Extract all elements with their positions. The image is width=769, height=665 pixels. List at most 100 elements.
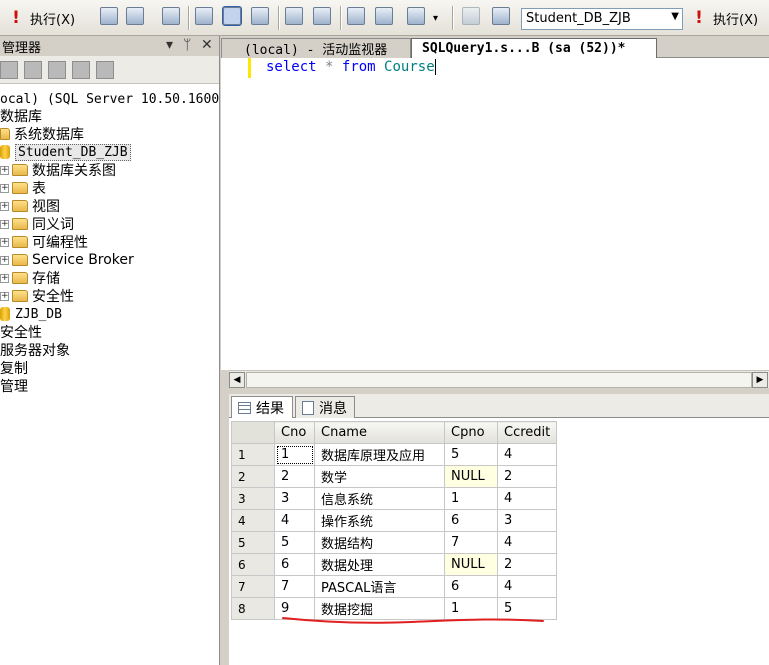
cell-ccredit[interactable]: 3 — [496, 509, 558, 532]
expand-icon[interactable]: + — [0, 291, 9, 301]
row-number[interactable]: 1 — [231, 443, 275, 466]
cell-cpno[interactable]: 1 — [444, 487, 498, 510]
table-row[interactable]: 3 3 信息系统 1 4 — [231, 487, 558, 510]
specify-values-icon[interactable] — [407, 7, 425, 25]
expand-icon[interactable]: + — [0, 237, 9, 247]
query-text[interactable]: select * from Course — [266, 58, 436, 76]
execute-button-right[interactable]: ! 执行(X) — [693, 7, 758, 29]
tree-node-student-db[interactable]: Student_DB_ZJB — [0, 143, 131, 161]
cell-cpno[interactable]: 6 — [444, 575, 498, 598]
cell-cpno[interactable]: 6 — [444, 509, 498, 532]
tree-node-management[interactable]: 管理 — [0, 377, 28, 395]
table-row[interactable]: 2 2 数学 NULL 2 — [231, 465, 558, 488]
tree-node-server-objects[interactable]: 服务器对象 — [0, 341, 70, 359]
toolbar-overflow-icon[interactable]: ▾ — [433, 7, 438, 29]
increase-indent-icon[interactable] — [375, 7, 393, 25]
tree-node-tables[interactable]: + 表 — [0, 179, 46, 197]
stop-icon[interactable] — [100, 7, 118, 25]
cell-cname[interactable]: 数据库原理及应用 — [314, 443, 445, 466]
results-to-grid-icon[interactable] — [222, 6, 242, 26]
column-header-cname[interactable]: Cname — [314, 421, 445, 444]
cell-cno[interactable]: 5 — [274, 531, 315, 554]
tree-node-zjb-db[interactable]: ZJB_DB — [0, 305, 62, 323]
tree-node-security[interactable]: 安全性 — [0, 323, 42, 341]
cell-ccredit[interactable]: 4 — [496, 531, 558, 554]
results-to-text-icon[interactable] — [195, 7, 213, 25]
row-number[interactable]: 2 — [231, 465, 275, 488]
cell-cpno[interactable]: 7 — [444, 531, 498, 554]
cell-cname[interactable]: 操作系统 — [314, 509, 445, 532]
cell-cpno[interactable]: NULL — [444, 465, 498, 488]
row-number[interactable]: 7 — [231, 575, 275, 598]
tab-activity-monitor[interactable]: (local) - 活动监视器 — [221, 38, 411, 58]
scroll-right-icon[interactable]: ▶ — [752, 372, 768, 388]
tree-node-synonyms[interactable]: + 同义词 — [0, 215, 74, 233]
tree-node-diagrams[interactable]: + 数据库关系图 — [0, 161, 116, 179]
decrease-indent-icon[interactable] — [347, 7, 365, 25]
expand-icon[interactable]: + — [0, 273, 9, 283]
query-editor[interactable]: select * from Course — [221, 58, 769, 370]
cell-ccredit[interactable]: 4 — [496, 487, 558, 510]
row-number[interactable]: 4 — [231, 509, 275, 532]
row-number[interactable]: 8 — [231, 597, 275, 620]
cell-cpno[interactable]: NULL — [444, 553, 498, 576]
cell-ccredit[interactable]: 2 — [496, 553, 558, 576]
cell-cname[interactable]: 数学 — [314, 465, 445, 488]
cell-ccredit[interactable]: 4 — [496, 443, 558, 466]
tree-node-databases[interactable]: 数据库 — [0, 107, 42, 125]
row-number[interactable]: 3 — [231, 487, 275, 510]
cell-ccredit[interactable]: 4 — [496, 575, 558, 598]
cell-cno[interactable]: 7 — [274, 575, 315, 598]
editor-horizontal-scrollbar[interactable]: ◀ ▶ — [229, 370, 769, 388]
object-explorer-icon[interactable] — [462, 7, 480, 25]
table-row[interactable]: 5 5 数据结构 7 4 — [231, 531, 558, 554]
disconnect-icon[interactable] — [24, 60, 42, 79]
column-header-ccredit[interactable]: Ccredit — [496, 421, 558, 444]
tree-node-service-broker[interactable]: + Service Broker — [0, 251, 134, 269]
column-header-cpno[interactable]: Cpno — [444, 421, 498, 444]
expand-icon[interactable]: + — [0, 219, 9, 229]
column-header-cno[interactable]: Cno — [274, 421, 315, 444]
select-all-corner[interactable] — [231, 421, 275, 444]
cell-cno[interactable]: 1 — [274, 443, 315, 466]
cell-cname[interactable]: PASCAL语言 — [314, 575, 445, 598]
connect-icon[interactable] — [0, 60, 18, 79]
cell-cno[interactable]: 4 — [274, 509, 315, 532]
tree-node-system-databases[interactable]: 系统数据库 — [0, 125, 84, 143]
expand-icon[interactable]: + — [0, 165, 9, 175]
cell-cno[interactable]: 3 — [274, 487, 315, 510]
tab-messages[interactable]: 消息 — [295, 396, 355, 418]
parse-icon[interactable] — [162, 7, 180, 25]
expand-icon[interactable]: + — [0, 183, 9, 193]
table-row[interactable]: 6 6 数据处理 NULL 2 — [231, 553, 558, 576]
pin-icon[interactable]: ᛘ — [183, 37, 191, 53]
new-query-icon[interactable] — [492, 7, 510, 25]
scroll-left-icon[interactable]: ◀ — [229, 372, 245, 388]
results-to-file-icon[interactable] — [251, 7, 269, 25]
cell-cname[interactable]: 信息系统 — [314, 487, 445, 510]
cell-cpno[interactable]: 5 — [444, 443, 498, 466]
tab-sql-query[interactable]: SQLQuery1.s...B (sa (52))* — [411, 38, 657, 58]
stop-icon[interactable] — [48, 60, 66, 79]
expand-icon[interactable]: + — [0, 201, 9, 211]
uncomment-icon[interactable] — [313, 7, 331, 25]
database-select[interactable]: Student_DB_ZJB ▼ — [521, 8, 683, 30]
cell-ccredit[interactable]: 2 — [496, 465, 558, 488]
tree-node-replication[interactable]: 复制 — [0, 359, 28, 377]
table-row[interactable]: 4 4 操作系统 6 3 — [231, 509, 558, 532]
tree-node-security-db[interactable]: + 安全性 — [0, 287, 74, 305]
dropdown-icon[interactable]: ▾ — [166, 37, 173, 53]
expand-icon[interactable]: + — [0, 255, 9, 265]
row-number[interactable]: 6 — [231, 553, 275, 576]
table-row[interactable]: 1 1 数据库原理及应用 5 4 — [231, 443, 558, 466]
cell-cname[interactable]: 数据处理 — [314, 553, 445, 576]
cell-cno[interactable]: 2 — [274, 465, 315, 488]
refresh-icon[interactable] — [96, 60, 114, 79]
execute-button[interactable]: ! 执行(X) — [10, 7, 75, 29]
scrollbar-thumb[interactable] — [246, 372, 752, 388]
tree-node-programmability[interactable]: + 可编程性 — [0, 233, 88, 251]
tree-node-storage[interactable]: + 存储 — [0, 269, 60, 287]
tab-results[interactable]: 结果 — [231, 396, 293, 418]
close-icon[interactable]: ✕ — [201, 37, 213, 53]
row-number[interactable]: 5 — [231, 531, 275, 554]
